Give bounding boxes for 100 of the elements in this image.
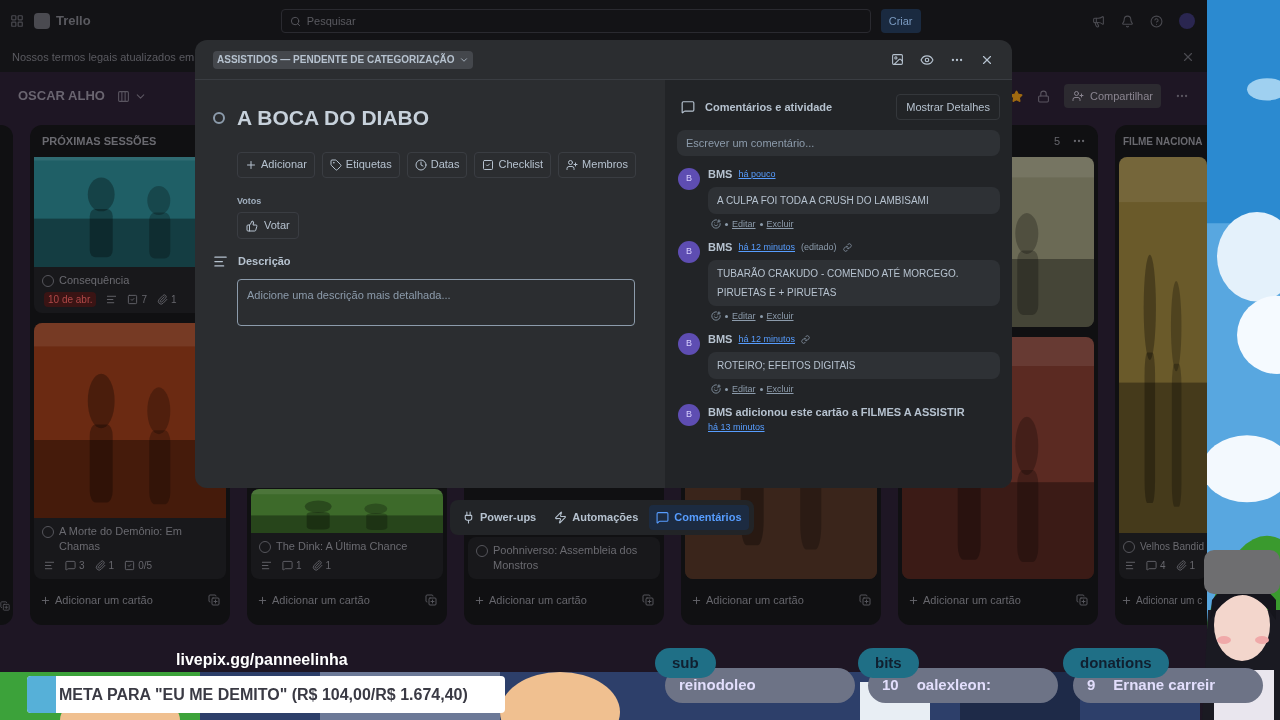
list-selector[interactable]: ASSISTIDOS — PENDENTE DE CATEGORIZAÇÃO <box>213 50 473 69</box>
plus-icon <box>1121 594 1132 606</box>
help-icon[interactable] <box>1150 14 1163 28</box>
add-card-button[interactable]: Adicionar um cartão <box>474 591 587 609</box>
activity-text: BMS adicionou este cartão a FILMES A ASSISTIR <box>708 405 965 420</box>
edit-link[interactable]: Editar <box>732 309 756 323</box>
action-button[interactable]: Checklist <box>474 151 552 178</box>
user-avatar: B <box>678 333 700 355</box>
template-icon[interactable] <box>208 594 220 606</box>
comment-icon <box>1146 560 1157 571</box>
user-avatar: B <box>678 241 700 263</box>
quick-bar-tab[interactable]: Power-ups <box>455 505 544 530</box>
emoji-icon[interactable] <box>711 219 721 230</box>
banner-text: Nossos termos legais atualizados em <box>12 49 195 65</box>
board-view-button[interactable] <box>116 89 147 103</box>
goal-text: META PARA "EU ME DEMITO" (R$ 104,00/R$ 1.674,40) <box>59 684 468 705</box>
section-title: Comentários e atividade <box>705 99 833 115</box>
comment-field[interactable]: Escrever um comentário... <box>677 130 1000 156</box>
comment-icon <box>282 560 293 571</box>
watch-icon[interactable] <box>920 52 934 67</box>
ticker-name: Ernane carreir <box>1113 675 1216 696</box>
badge-count: 0/5 <box>138 559 153 573</box>
comment-icon <box>681 100 695 114</box>
checklist-icon <box>482 158 495 171</box>
action-button[interactable]: Membros <box>558 151 636 178</box>
edited-label: (editado) <box>801 240 837 254</box>
ticker-amount: 10 <box>882 675 899 696</box>
description-field[interactable]: Adicione uma descrição mais detalhada... <box>237 278 635 326</box>
lock-icon[interactable] <box>1037 89 1051 103</box>
card-title: Velhos Bandid <box>1140 540 1204 554</box>
ticker-name: oalexleon: <box>916 675 991 696</box>
plug-icon <box>462 511 475 524</box>
edit-link[interactable]: Editar <box>732 217 756 231</box>
notification-icon[interactable] <box>1121 14 1134 28</box>
checklist-icon <box>124 560 136 571</box>
quick-bar-tab[interactable]: Automações <box>547 505 646 530</box>
comment-time[interactable]: há 12 minutos <box>738 240 795 254</box>
delete-link[interactable]: Excluir <box>766 217 794 231</box>
comment-author: BMS <box>708 332 733 347</box>
card[interactable]: Velhos Bandid 4 1 <box>1119 157 1207 579</box>
template-icon[interactable] <box>642 594 654 606</box>
description-icon <box>1125 560 1136 571</box>
description-icon <box>213 253 228 269</box>
activity-time[interactable]: há 13 minutos <box>708 420 965 434</box>
megaphone-icon[interactable] <box>1092 14 1105 28</box>
card[interactable]: Poohniverso: Assembleia dos Monstros <box>468 537 660 579</box>
add-card-button[interactable]: Adicionar um cartão <box>40 591 153 609</box>
card-title: The Dink: A Última Chance <box>276 539 408 554</box>
action-button[interactable]: Adicionar <box>237 151 315 178</box>
link-icon[interactable] <box>842 242 852 252</box>
lightning-icon <box>554 511 568 524</box>
paperclip-icon <box>94 560 106 571</box>
delete-link[interactable]: Excluir <box>766 382 794 396</box>
template-icon[interactable] <box>1076 594 1088 606</box>
quick-bar-tab[interactable]: Comentários <box>649 505 749 530</box>
badge-count: 1 <box>296 559 302 573</box>
ticker-name: reinodoleo <box>679 675 756 696</box>
emoji-icon[interactable] <box>711 384 721 395</box>
plus-icon <box>908 594 919 606</box>
add-card-button[interactable]: Adicionar um cartão <box>691 591 804 609</box>
badge-count: 7 <box>141 293 148 307</box>
ticker-label: sub <box>655 648 716 678</box>
apps-icon[interactable] <box>10 14 24 28</box>
share-button[interactable]: Compartilhar <box>1064 84 1161 108</box>
paperclip-icon <box>1175 560 1187 571</box>
comment-time[interactable]: há pouco <box>738 167 776 181</box>
board-title[interactable]: OSCAR ALHO <box>18 86 105 106</box>
badge-count: 1 <box>171 293 177 307</box>
description-icon <box>261 560 272 571</box>
template-icon[interactable] <box>425 594 437 606</box>
action-button[interactable]: Datas <box>406 151 468 178</box>
delete-link[interactable]: Excluir <box>766 309 794 323</box>
template-icon[interactable] <box>0 601 10 611</box>
add-card-button[interactable]: Adicionar um cartão <box>908 591 1021 609</box>
cover-image-icon[interactable] <box>891 53 904 66</box>
add-card-button[interactable]: Adicionar um cartão <box>257 591 370 609</box>
plus-icon <box>257 594 268 606</box>
comment-time[interactable]: há 12 minutos <box>738 332 795 346</box>
ticker-amount: 9 <box>1087 675 1096 696</box>
emoji-icon[interactable] <box>711 311 721 322</box>
badge-count: 1 <box>1189 559 1196 573</box>
section-title: Descrição <box>238 254 291 269</box>
paperclip-icon <box>157 294 169 305</box>
vote-button[interactable]: Votar <box>237 212 299 239</box>
list-title: FILME NACIONA <box>1123 134 1203 149</box>
edit-link[interactable]: Editar <box>732 382 756 396</box>
comment-author: BMS <box>708 240 733 255</box>
template-icon[interactable] <box>859 594 871 606</box>
star-icon[interactable] <box>1010 89 1024 103</box>
card[interactable]: The Dink: A Última Chance 1 1 <box>251 489 443 579</box>
user-avatar: B <box>678 404 700 426</box>
comment-text: TUBARÃO CRAKUDO - COMENDO ATÉ MORCEGO. PIRUETAS E + PIRUETAS <box>708 259 1000 306</box>
add-card-button[interactable]: Adicionar um c <box>1121 592 1203 608</box>
link-icon[interactable] <box>801 334 810 344</box>
paperclip-icon <box>311 560 323 571</box>
show-details-button[interactable]: Mostrar Detalhes <box>896 94 1000 120</box>
action-button[interactable]: Etiquetas <box>321 151 400 178</box>
card-title[interactable]: A BOCA DO DIABO <box>237 102 430 134</box>
add-user-icon <box>566 158 579 171</box>
create-button[interactable]: Criar <box>880 9 921 33</box>
